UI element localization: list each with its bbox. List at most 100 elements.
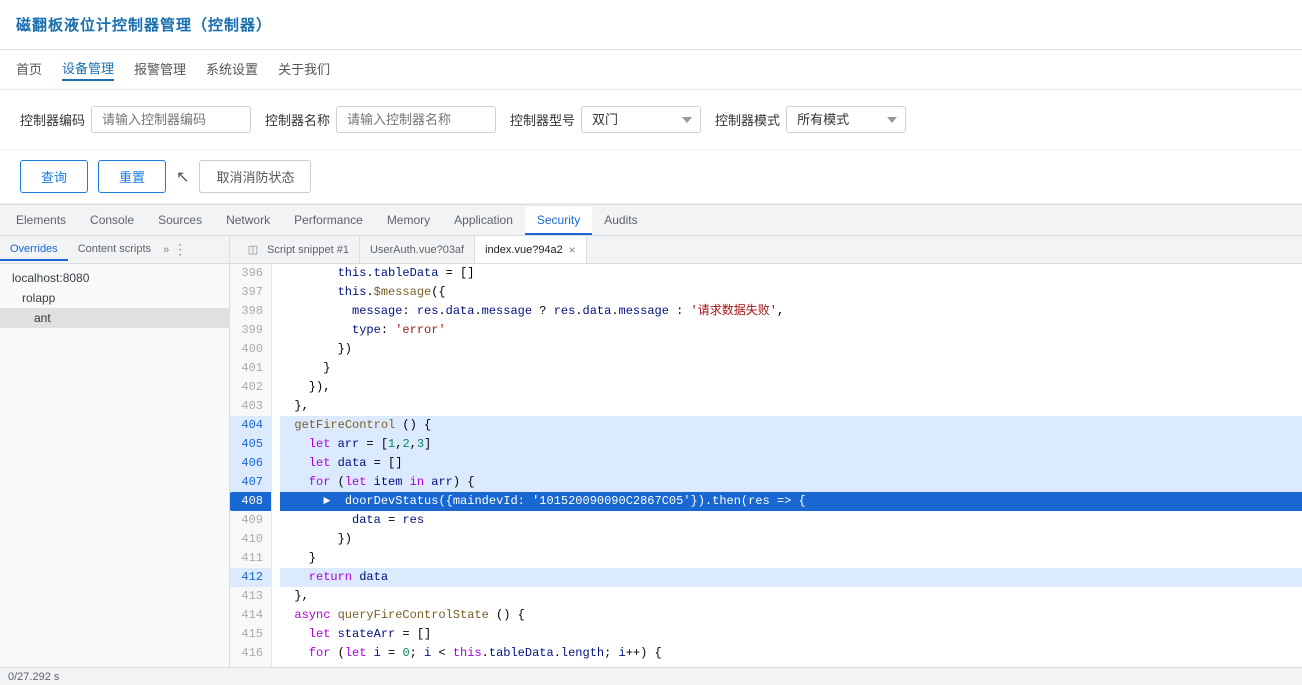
reset-button[interactable]: 重置 — [98, 160, 166, 193]
controller-mode-group: 控制器模式 所有模式 — [715, 106, 906, 133]
controller-name-group: 控制器名称 — [265, 106, 496, 133]
ln-408: 408 — [230, 492, 271, 511]
code-line-414: async queryFireControlState () { — [280, 606, 1302, 625]
ln-399: 399 — [230, 321, 271, 340]
controller-mode-select[interactable]: 所有模式 — [786, 106, 906, 133]
ln-404: 404 — [230, 416, 271, 435]
sidebar-tab-content-scripts[interactable]: Content scripts — [68, 239, 161, 261]
code-line-400: }) — [280, 340, 1302, 359]
nav-item-devices[interactable]: 设备管理 — [62, 58, 114, 81]
status-timer: 0/27.292 s — [8, 671, 59, 683]
code-editor: 396 397 398 399 400 401 402 403 404 405 … — [230, 264, 1302, 667]
ln-412: 412 — [230, 568, 271, 587]
ln-398: 398 — [230, 302, 271, 321]
button-row: 查询 重置 ↖ 取消消防状态 — [0, 150, 1302, 204]
file-tab-close-icon[interactable]: × — [569, 244, 576, 256]
code-line-413: }, — [280, 587, 1302, 606]
controller-code-group: 控制器编码 — [20, 106, 251, 133]
code-line-411: } — [280, 549, 1302, 568]
sidebar-tab-overrides[interactable]: Overrides — [0, 239, 68, 261]
sidebar-tabs: Overrides Content scripts » ⋮ — [0, 236, 229, 264]
file-tab-userauth-label: UserAuth.vue?03af — [370, 244, 464, 256]
controller-name-label: 控制器名称 — [265, 110, 330, 129]
code-line-398: message: res.data.message ? res.data.mes… — [280, 302, 1302, 321]
devtools-tabs: Elements Console Sources Network Perform… — [0, 204, 1302, 236]
sources-tree: localhost:8080 rolapp ant — [0, 264, 229, 667]
cursor-indicator: ↖ — [176, 167, 189, 187]
ln-397: 397 — [230, 283, 271, 302]
status-bar: 0/27.292 s — [0, 667, 1302, 685]
code-line-396: this.tableData = [] — [280, 264, 1302, 283]
ln-401: 401 — [230, 359, 271, 378]
code-line-406: let data = [] — [280, 454, 1302, 473]
ln-396: 396 — [230, 264, 271, 283]
file-tab-snippet-label: Script snippet #1 — [267, 244, 349, 256]
tab-performance[interactable]: Performance — [282, 207, 375, 235]
code-line-415: let stateArr = [] — [280, 625, 1302, 644]
sources-panel: Overrides Content scripts » ⋮ localhost:… — [0, 236, 1302, 667]
ln-411: 411 — [230, 549, 271, 568]
controller-model-group: 控制器型号 双门 — [510, 106, 701, 133]
tab-security[interactable]: Security — [525, 207, 592, 235]
tab-elements[interactable]: Elements — [4, 207, 78, 235]
controller-code-input[interactable] — [91, 106, 251, 133]
controller-name-input[interactable] — [336, 106, 496, 133]
sources-sidebar: Overrides Content scripts » ⋮ localhost:… — [0, 236, 230, 667]
tab-sources[interactable]: Sources — [146, 207, 214, 235]
tree-item-localhost[interactable]: localhost:8080 — [0, 268, 229, 288]
code-line-397: this.$message({ — [280, 283, 1302, 302]
code-line-407: for (let item in arr) { — [280, 473, 1302, 492]
line-numbers: 396 397 398 399 400 401 402 403 404 405 … — [230, 264, 272, 667]
code-line-408: ► doorDevStatus({maindevId: '10152009009… — [280, 492, 1302, 511]
controller-mode-label: 控制器模式 — [715, 110, 780, 129]
ln-400: 400 — [230, 340, 271, 359]
code-line-405: let arr = [1,2,3] — [280, 435, 1302, 454]
page-title: 磁翻板液位计控制器管理（控制器） — [16, 14, 272, 35]
code-line-404: getFireControl () { — [280, 416, 1302, 435]
ln-402: 402 — [230, 378, 271, 397]
code-line-410: }) — [280, 530, 1302, 549]
tab-console[interactable]: Console — [78, 207, 146, 235]
ln-413: 413 — [230, 587, 271, 606]
code-line-409: data = res — [280, 511, 1302, 530]
file-tab-index-label: index.vue?94a2 — [485, 244, 563, 256]
tree-item-ant[interactable]: ant — [0, 308, 229, 328]
ln-410: 410 — [230, 530, 271, 549]
nav-item-alarms[interactable]: 报警管理 — [134, 59, 186, 80]
file-tabs: ◫ Script snippet #1 UserAuth.vue?03af in… — [230, 236, 1302, 264]
tab-network[interactable]: Network — [214, 207, 282, 235]
file-tab-userauth[interactable]: UserAuth.vue?03af — [360, 236, 475, 263]
code-line-416: for (let i = 0; i < this.tableData.lengt… — [280, 644, 1302, 663]
ln-416: 416 — [230, 644, 271, 663]
nav-item-home[interactable]: 首页 — [16, 59, 42, 80]
cancel-status-button[interactable]: 取消消防状态 — [199, 160, 311, 193]
file-tab-index[interactable]: index.vue?94a2 × — [475, 236, 587, 263]
tab-memory[interactable]: Memory — [375, 207, 442, 235]
controller-model-label: 控制器型号 — [510, 110, 575, 129]
top-bar: 磁翻板液位计控制器管理（控制器） — [0, 0, 1302, 50]
ln-406: 406 — [230, 454, 271, 473]
tab-application[interactable]: Application — [442, 207, 525, 235]
ln-403: 403 — [230, 397, 271, 416]
nav-bar: 首页 设备管理 报警管理 系统设置 关于我们 — [0, 50, 1302, 90]
tree-item-rolapp[interactable]: rolapp — [0, 288, 229, 308]
ln-405: 405 — [230, 435, 271, 454]
code-line-399: type: 'error' — [280, 321, 1302, 340]
ln-414: 414 — [230, 606, 271, 625]
code-line-401: } — [280, 359, 1302, 378]
nav-item-settings[interactable]: 系统设置 — [206, 59, 258, 80]
sidebar-menu-icon[interactable]: ⋮ — [169, 241, 191, 258]
code-lines[interactable]: this.tableData = [] this.$message({ mess… — [272, 264, 1302, 667]
query-button[interactable]: 查询 — [20, 160, 88, 193]
ln-415: 415 — [230, 625, 271, 644]
nav-item-about[interactable]: 关于我们 — [278, 59, 330, 80]
file-tab-snippet[interactable]: ◫ Script snippet #1 — [234, 236, 360, 263]
search-bar: 控制器编码 控制器名称 控制器型号 双门 控制器模式 所有模式 — [0, 90, 1302, 150]
ln-409: 409 — [230, 511, 271, 530]
controller-model-select[interactable]: 双门 — [581, 106, 701, 133]
code-line-403: }, — [280, 397, 1302, 416]
ln-407: 407 — [230, 473, 271, 492]
code-line-412: return data — [280, 568, 1302, 587]
code-line-402: }), — [280, 378, 1302, 397]
tab-audits[interactable]: Audits — [592, 207, 649, 235]
